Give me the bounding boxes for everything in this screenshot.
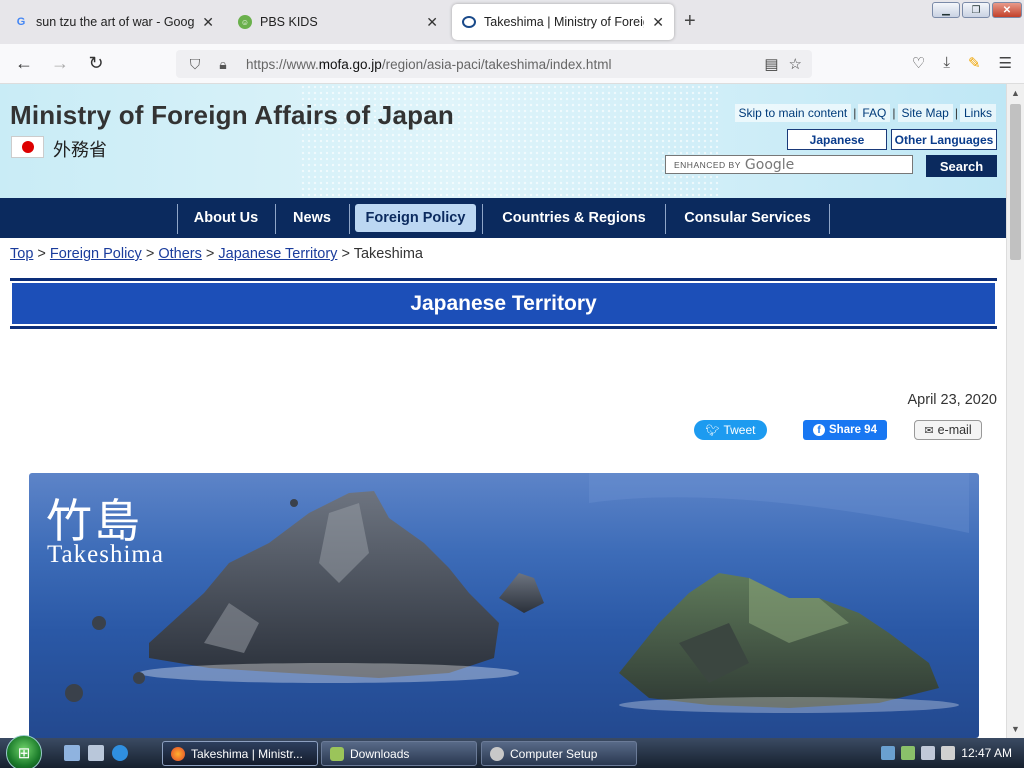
search-button[interactable]: Search [926,155,997,177]
breadcrumb-others[interactable]: Others [158,246,202,262]
tab-pbs-kids[interactable]: ☺ PBS KIDS ✕ [228,4,448,40]
facebook-share-button[interactable]: f Share 94 [803,420,887,440]
search-enhanced-label: ENHANCED BY [674,159,741,170]
extension-icon[interactable]: ✎ [968,54,981,72]
setup-gear-icon [490,746,504,761]
taskbar-downloads-window[interactable]: Downloads [321,741,477,766]
bookmark-star-icon[interactable]: ☆ [789,55,802,73]
browser-tab-strip: G sun tzu the art of war - Google S ✕ ☺ … [0,0,1024,44]
volume-muted-icon[interactable] [941,746,956,760]
menu-hamburger-icon[interactable]: ☰ [999,54,1012,72]
close-icon[interactable]: ✕ [426,14,438,31]
breadcrumb-current: Takeshima [353,246,423,262]
tab-google-search[interactable]: G sun tzu the art of war - Google S ✕ [4,4,224,40]
main-navigation: About Us News Foreign Policy Countries &… [0,198,1006,238]
site-banner: Ministry of Foreign Affairs of Japan 外務省… [0,84,1006,198]
breadcrumb: Top > Foreign Policy > Others > Japanese… [10,246,423,262]
faq-link[interactable]: FAQ [858,104,891,122]
pocket-icon[interactable]: ♡ [912,54,925,72]
google-icon: G [16,16,26,28]
email-share-button[interactable]: ✉ e-mail [914,420,982,440]
browser-toolbar: ← → ↻ ⛉ 🔒︎ https://www.mofa.go.jp/region… [0,44,1024,84]
window-close-icon[interactable]: ✕ [992,2,1022,18]
pbs-icon: ☺ [238,15,252,29]
lock-icon[interactable]: 🔒︎ [214,56,232,73]
nav-about-us[interactable]: About Us [180,204,272,232]
tab-takeshima[interactable]: Takeshima | Ministry of Foreign ✕ [452,4,674,40]
tweet-button[interactable]: 🐦︎ Tweet [694,420,767,440]
new-tab-plus-icon[interactable]: + [684,10,696,33]
forward-arrow-icon[interactable]: → [48,53,72,74]
folder-icon [330,746,344,761]
shield-icon[interactable]: ⛉ [186,56,204,73]
tab-title: PBS KIDS [260,15,318,29]
twitter-bird-icon: 🐦︎ [705,424,720,437]
scrollbar-thumb[interactable] [1010,104,1021,260]
hero-title-en: Takeshima [47,541,164,568]
start-button-windows-icon[interactable]: ⊞ [6,735,42,768]
nav-news[interactable]: News [278,204,346,232]
restore-icon[interactable]: ❐ [962,2,990,18]
japan-flag-icon [11,136,44,158]
network-icon[interactable] [881,746,896,760]
breadcrumb-japanese-territory[interactable]: Japanese Territory [218,246,337,262]
minimize-icon[interactable]: ▁ [932,2,960,18]
breadcrumb-foreign-policy[interactable]: Foreign Policy [50,246,142,262]
back-arrow-icon[interactable]: ← [12,53,36,74]
scroll-down-arrow-icon[interactable]: ▼ [1011,724,1020,734]
japanese-language-button[interactable]: Japanese [787,129,887,150]
links-link[interactable]: Links [959,104,996,122]
web-page: Ministry of Foreign Affairs of Japan 外務省… [0,84,1006,738]
site-title-jp: 外務省 [53,140,107,161]
show-desktop-icon[interactable] [64,745,80,761]
skip-to-main-link[interactable]: Skip to main content [734,104,852,122]
islands-illustration [65,473,969,713]
envelope-icon: ✉ [924,424,934,437]
takeshima-hero-image: 竹島 Takeshima [29,473,979,738]
address-bar[interactable]: ⛉ 🔒︎ https://www.mofa.go.jp/region/asia-… [176,50,812,78]
nav-consular-services[interactable]: Consular Services [668,204,827,232]
other-languages-button[interactable]: Other Languages [891,129,997,150]
publish-date: April 23, 2020 [907,392,997,408]
tab-title: sun tzu the art of war - Google S [36,15,195,29]
reader-mode-icon[interactable]: ▤ [764,55,778,73]
close-icon[interactable]: ✕ [652,14,664,31]
search-input[interactable]: ENHANCED BY Google [665,155,913,174]
scroll-up-arrow-icon[interactable]: ▲ [1011,88,1020,98]
breadcrumb-top[interactable]: Top [10,246,33,262]
clock[interactable]: 12:47 AM [961,746,1012,760]
internet-explorer-icon[interactable] [112,745,128,761]
loading-icon [462,16,476,28]
tray-app-icon[interactable] [901,746,916,760]
google-brand-label: Google [744,156,795,173]
switch-windows-icon[interactable] [88,745,104,761]
site-map-link[interactable]: Site Map [897,104,953,122]
facebook-icon: f [813,424,826,436]
section-title: Japanese Territory [10,278,997,329]
download-icon[interactable]: ⤓ [943,54,950,72]
taskbar-firefox-window[interactable]: Takeshima | Ministr... [162,741,318,766]
taskbar-computer-setup-window[interactable]: Computer Setup [481,741,637,766]
windows-taskbar: ⊞ Takeshima | Ministr... Downloads Compu… [0,735,1024,768]
nav-foreign-policy[interactable]: Foreign Policy [355,204,476,232]
nav-countries-regions[interactable]: Countries & Regions [485,204,663,232]
vertical-scrollbar[interactable]: ▲ ▼ [1006,84,1024,738]
reload-icon[interactable]: ↻ [84,53,108,74]
site-title[interactable]: Ministry of Foreign Affairs of Japan [10,100,454,131]
firefox-icon [171,746,185,761]
system-tray: 12:47 AM [872,738,1024,768]
top-links: Skip to main content | FAQ | Site Map | … [734,104,996,122]
tab-title: Takeshima | Ministry of Foreign [484,15,645,29]
monitor-icon[interactable] [921,746,936,760]
toolbar-icons: ♡ ⤓ ✎ ☰ [912,54,1012,72]
url-text[interactable]: https://www.mofa.go.jp/region/asia-paci/… [246,57,764,72]
window-controls: ▁ ❐ ✕ [932,2,1022,18]
close-icon[interactable]: ✕ [202,14,214,31]
